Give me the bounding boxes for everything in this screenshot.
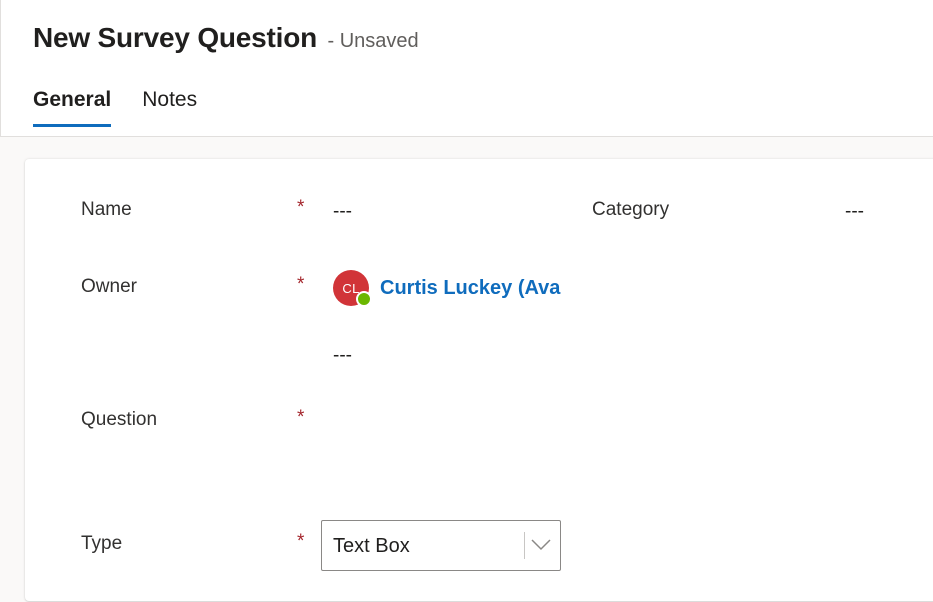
question-label: Question — [81, 409, 158, 430]
form-header: New Survey Question - Unsaved General No… — [0, 0, 933, 137]
general-section-card: Name * --- Category --- Owner * CL Curti… — [25, 159, 933, 601]
type-required-marker: * — [297, 531, 305, 552]
page-title: New Survey Question — [33, 22, 318, 53]
name-required-marker: * — [297, 197, 305, 218]
type-selected-value: Text Box — [333, 535, 410, 557]
type-select[interactable]: Text Box — [321, 520, 561, 571]
question-field[interactable] — [333, 409, 833, 469]
tab-general[interactable]: General — [33, 88, 112, 127]
tab-list: General Notes — [33, 88, 228, 127]
type-label: Type — [81, 533, 123, 554]
title-row: New Survey Question - Unsaved — [33, 22, 419, 54]
name-field[interactable]: --- — [333, 201, 352, 223]
owner-secondary-field[interactable]: --- — [333, 345, 352, 367]
presence-available-icon — [356, 291, 372, 307]
owner-lookup-value[interactable]: CL Curtis Luckey (Available) — [333, 270, 561, 307]
save-status: - Unsaved — [327, 30, 419, 52]
question-required-marker: * — [297, 407, 305, 428]
avatar: CL — [333, 270, 372, 307]
tab-notes[interactable]: Notes — [142, 88, 197, 127]
chevron-down-icon[interactable] — [530, 538, 552, 552]
select-divider — [524, 532, 525, 559]
owner-name-link[interactable]: Curtis Luckey (Available) — [380, 277, 561, 300]
category-field[interactable]: --- — [845, 201, 864, 223]
owner-required-marker: * — [297, 274, 305, 295]
owner-label: Owner — [81, 276, 137, 297]
name-label: Name — [81, 199, 132, 220]
category-label: Category — [592, 199, 670, 220]
